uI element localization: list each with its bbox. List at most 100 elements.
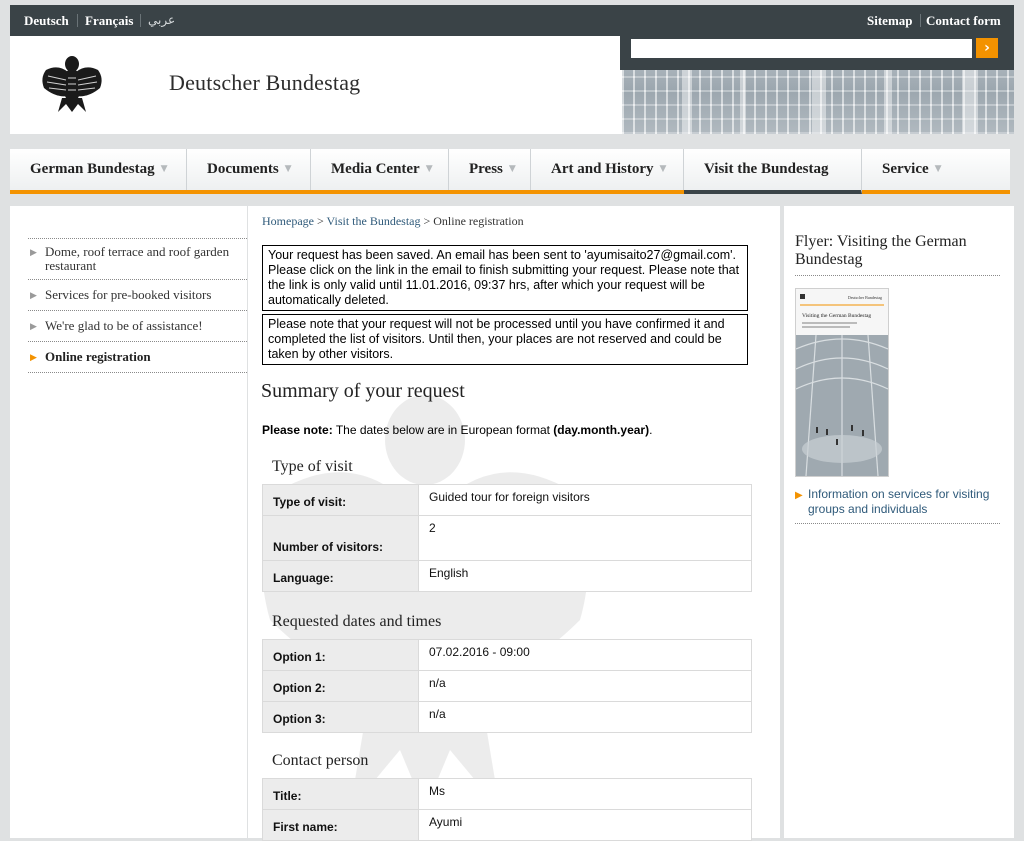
note-label: Please note: (262, 423, 333, 437)
row-label: First name: (262, 809, 419, 841)
nav-label: Art and History (551, 161, 654, 177)
nav-german-bundestag[interactable]: German Bundestag ▼ (10, 149, 187, 190)
flyer-cover-brand: Deutscher Bundestag (848, 295, 882, 300)
search-submit-button[interactable]: › (976, 38, 998, 58)
federal-eagle-logo[interactable] (38, 52, 106, 114)
section-title-visit: Type of visit (272, 458, 353, 475)
contact-form-link[interactable]: Contact form (926, 5, 1001, 36)
sidebar-item-services[interactable]: ▶ Services for pre-booked visitors (28, 280, 247, 311)
row-label: Option 2: (262, 670, 419, 702)
nav-documents[interactable]: Documents ▼ (187, 149, 311, 190)
arrow-right-icon: ▶ (30, 353, 37, 363)
site-title[interactable]: Deutscher Bundestag (169, 70, 360, 96)
language-arabic-link[interactable]: عربي (148, 5, 175, 36)
row-value: n/a (418, 670, 752, 702)
row-label: Type of visit: (262, 484, 419, 516)
breadcrumb: Homepage > Visit the Bundestag > Online … (262, 214, 524, 229)
sidebar-item-dome[interactable]: ▶ Dome, roof terrace and roof garden rest… (28, 239, 247, 280)
chevron-down-icon: ▼ (508, 164, 516, 174)
breadcrumb-parent-link[interactable]: Visit the Bundestag (327, 214, 421, 228)
sidebar-item-label: Online registration (45, 349, 151, 364)
row-label: Language: (262, 560, 419, 592)
dates-table: Option 1: 07.02.2016 - 09:00 Option 2: n… (262, 639, 752, 733)
nav-service[interactable]: Service ▼ (862, 149, 1010, 190)
sidebar-item-online-registration[interactable]: ▶ Online registration (28, 342, 247, 373)
divider (920, 14, 921, 27)
divider (140, 14, 141, 27)
breadcrumb-current: Online registration (433, 214, 524, 228)
sitemap-link[interactable]: Sitemap (867, 5, 913, 36)
breadcrumb-home-link[interactable]: Homepage (262, 214, 314, 228)
summary-title: Summary of your request (261, 380, 465, 402)
flyer-title: Flyer: Visiting the German Bundestag (795, 233, 1000, 276)
breadcrumb-separator: > (313, 214, 327, 228)
left-sidebar: ▶ Dome, roof terrace and roof garden rest… (10, 206, 247, 838)
chevron-down-icon: ▼ (284, 164, 292, 174)
nav-label: Media Center (331, 161, 420, 177)
note-text: The dates below are in European format (332, 423, 554, 437)
table-row: Option 1: 07.02.2016 - 09:00 (262, 639, 752, 671)
search-input[interactable] (631, 39, 972, 58)
row-value: 07.02.2016 - 09:00 (418, 639, 752, 671)
section-title-dates: Requested dates and times (272, 613, 442, 630)
nav-visit-the-bundestag[interactable]: Visit the Bundestag (684, 149, 862, 194)
sidebar-item-assistance[interactable]: ▶ We're glad to be of assistance! (28, 311, 247, 342)
chevron-down-icon: ▼ (934, 164, 942, 174)
chevron-down-icon: ▼ (425, 164, 433, 174)
arrow-right-icon: ▶ (30, 291, 37, 301)
nav-art-and-history[interactable]: Art and History ▼ (531, 149, 684, 190)
sidebar-item-label: We're glad to be of assistance! (45, 318, 203, 333)
arrow-right-icon: ▶ (795, 490, 803, 501)
nav-label: Visit the Bundestag (704, 161, 829, 177)
row-value: Ayumi (418, 809, 752, 841)
saved-notice: Your request has been saved. An email ha… (262, 245, 748, 311)
row-value: English (418, 560, 752, 592)
row-value: n/a (418, 701, 752, 733)
chevron-down-icon: ▼ (160, 164, 168, 174)
language-deutsch-link[interactable]: Deutsch (24, 5, 69, 36)
arrow-right-icon: ▶ (30, 248, 37, 258)
breadcrumb-separator: > (420, 214, 434, 228)
arrow-right-icon: ▶ (30, 322, 37, 332)
row-value: 2 (418, 515, 752, 561)
divider (77, 14, 78, 27)
visiting-groups-info-link[interactable]: ▶ Information on services for visiting gr… (795, 487, 1000, 524)
note-end: . (649, 423, 653, 437)
sidebar-menu: ▶ Dome, roof terrace and roof garden rest… (28, 238, 247, 373)
table-row: Language: English (262, 560, 752, 592)
row-label: Title: (262, 778, 419, 810)
row-label: Option 1: (262, 639, 419, 671)
row-label: Number of visitors: (262, 515, 419, 561)
row-value: Guided tour for foreign visitors (418, 484, 752, 516)
link-label: Information on services for visiting gro… (808, 487, 990, 516)
flyer-cover-artwork: Deutscher Bundestag Visiting the German … (796, 289, 888, 476)
nav-media-center[interactable]: Media Center ▼ (311, 149, 449, 190)
date-format-note: Please note: The dates below are in Euro… (262, 423, 652, 437)
sidebar-item-label: Dome, roof terrace and roof garden resta… (45, 244, 230, 273)
nav-label: German Bundestag (30, 161, 155, 177)
visit-table: Type of visit: Guided tour for foreign v… (262, 484, 752, 592)
note-format: (day.month.year) (553, 423, 650, 437)
nav-label: Service (882, 161, 929, 177)
flyer-cover-title: Visiting the German Bundestag (802, 313, 871, 319)
confirmation-notice: Please note that your request will not b… (262, 314, 748, 365)
table-row: Option 2: n/a (262, 670, 752, 702)
table-row: Type of visit: Guided tour for foreign v… (262, 484, 752, 516)
sidebar-item-label: Services for pre-booked visitors (45, 287, 212, 302)
top-bar: Deutsch Français عربي Sitemap Contact fo… (10, 5, 1014, 36)
flyer-cover-image[interactable]: Deutscher Bundestag Visiting the German … (795, 288, 889, 477)
table-row: Number of visitors: 2 (262, 515, 752, 561)
table-row: Option 3: n/a (262, 701, 752, 733)
main-navigation: German Bundestag ▼ Documents ▼ Media Cente… (10, 149, 1010, 194)
row-label: Option 3: (262, 701, 419, 733)
contact-table: Title: Ms First name: Ayumi (262, 778, 752, 841)
table-row: First name: Ayumi (262, 809, 752, 841)
row-value: Ms (418, 778, 752, 810)
nav-label: Press (469, 161, 503, 177)
nav-label: Documents (207, 161, 279, 177)
nav-press[interactable]: Press ▼ (449, 149, 531, 190)
language-francais-link[interactable]: Français (85, 5, 133, 36)
chevron-down-icon: ▼ (659, 164, 667, 174)
section-title-contact: Contact person (272, 752, 369, 769)
table-row: Title: Ms (262, 778, 752, 810)
